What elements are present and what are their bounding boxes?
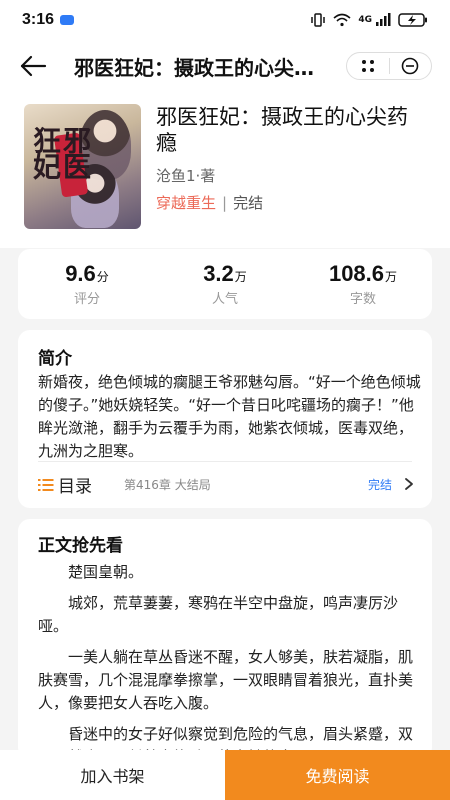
tag-separator: | (222, 193, 228, 212)
stats-card: 9.6 分 评分 3.2 万 人气 108.6 万 字数 (18, 249, 432, 319)
back-arrow-icon (20, 55, 47, 77)
content-body: 楚国皇朝。 城郊，荒草萋萋，寒鸦在半空中盘旋，鸣声凄厉沙哑。 一美人躺在草丛昏迷… (38, 561, 422, 759)
status-bar: 3:16 4G (0, 0, 450, 40)
toc-status: 完结 (367, 478, 392, 492)
stat-value: 108.6 (328, 261, 385, 286)
content-heading: 正文抢先看 (38, 536, 123, 556)
close-button[interactable] (390, 53, 432, 79)
add-to-shelf-button[interactable]: 加入书架 (0, 750, 225, 800)
book-tags: 穿越重生 | 完结 (156, 192, 263, 213)
stat-label: 评分 (73, 292, 100, 307)
stat-value: 9.6 (65, 261, 96, 286)
intro-text: 新婚夜，绝色倾城的瘸腿王爷邪魅勾唇。“好一个绝色倾城的傻子。”她妖娆轻笑。“好一… (38, 373, 421, 460)
book-header: 邪医 狂妃 邪医狂妃：摄政王的心尖药瘾 沧鱼1·著 穿越重生 | 完结 (0, 92, 450, 248)
content-paragraph: 一美人躺在草丛昏迷不醒，女人够美，肤若凝脂，肌肤赛雪，几个混混摩拳擦掌，一双眼睛… (38, 648, 414, 712)
back-button[interactable] (8, 40, 58, 92)
content-paragraph: 城郊，荒草萋萋，寒鸦在半空中盘旋，鸣声凄厉沙哑。 (38, 594, 399, 635)
status-tag: 完结 (233, 194, 264, 212)
latest-chapter: 第416章 大结局 (124, 478, 211, 492)
table-of-contents-row[interactable]: 目录 第416章 大结局 完结 (18, 461, 432, 508)
cover-art: 邪医 狂妃 (29, 126, 92, 178)
stat-unit: 万 (385, 270, 398, 284)
battery-charging-icon (398, 13, 427, 27)
more-dots-icon (361, 60, 374, 72)
status-indicators: 4G (310, 13, 428, 27)
free-read-button[interactable]: 免费阅读 (225, 750, 450, 800)
stat-popularity: 3.2 万 人气 (156, 249, 294, 319)
vibrate-icon (311, 13, 326, 27)
list-icon (38, 478, 54, 492)
stat-unit: 分 (96, 270, 109, 284)
book-cover[interactable]: 邪医 狂妃 (24, 104, 141, 229)
intro-heading: 简介 (38, 349, 72, 369)
bottom-action-bar: 加入书架 免费阅读 (0, 750, 450, 800)
chevron-right-icon (405, 478, 413, 490)
stat-rating: 9.6 分 评分 (18, 249, 156, 319)
more-button[interactable] (347, 53, 389, 79)
book-title: 邪医狂妃：摄政王的心尖药瘾 (156, 105, 408, 155)
close-circle-icon (401, 57, 419, 75)
status-time: 3:16 (22, 11, 55, 28)
notification-badge-icon (60, 15, 75, 25)
stat-label: 人气 (211, 292, 238, 307)
stat-unit: 万 (234, 270, 247, 284)
signal-icon (376, 13, 391, 26)
stat-value: 3.2 (203, 261, 234, 286)
page-title: 邪医狂妃：摄政王的心尖药瘾 (74, 55, 324, 80)
network-type: 4G (358, 15, 372, 25)
content-paragraph: 楚国皇朝。 (68, 563, 144, 581)
mini-program-capsule (346, 52, 432, 80)
book-author[interactable]: 沧鱼1·著 (156, 165, 215, 186)
nav-bar: 邪医狂妃：摄政王的心尖药瘾 (0, 40, 450, 92)
stat-word-count: 108.6 万 字数 (294, 249, 432, 319)
intro-card: 简介 新婚夜，绝色倾城的瘸腿王爷邪魅勾唇。“好一个绝色倾城的傻子。”她妖娆轻笑。… (18, 330, 432, 508)
wifi-icon (333, 13, 351, 27)
content-preview-card: 正文抢先看 楚国皇朝。 城郊，荒草萋萋，寒鸦在半空中盘旋，鸣声凄厉沙哑。 一美人… (18, 519, 432, 759)
genre-tag[interactable]: 穿越重生 (156, 192, 216, 213)
stat-label: 字数 (349, 292, 376, 307)
toc-label: 目录 (58, 477, 92, 497)
